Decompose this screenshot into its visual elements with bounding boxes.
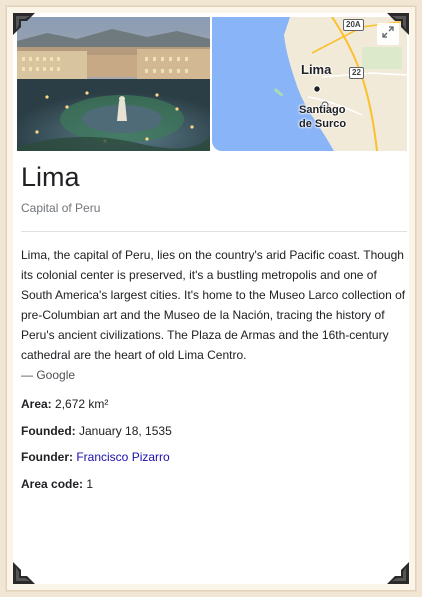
fact-founder: Founder: Francisco Pizarro bbox=[21, 449, 401, 476]
fact-label: Founder: bbox=[21, 450, 73, 464]
fact-label: Area: bbox=[21, 397, 52, 411]
frame-corner-icon bbox=[13, 562, 35, 584]
fact-label: Area code: bbox=[21, 476, 84, 491]
divider bbox=[21, 231, 407, 232]
description-text: Lima, the capital of Peru, lies on the c… bbox=[21, 248, 406, 362]
description-source: — Google bbox=[21, 368, 76, 382]
road-shield-icon: 22 bbox=[349, 67, 364, 79]
frame-corner-icon bbox=[387, 562, 409, 584]
knowledge-panel: 20A 22 Lima Santiago de Surco Lima Capit… bbox=[13, 13, 409, 584]
road-shield-icon: 20A bbox=[343, 19, 364, 31]
map-label-district: Santiago de Surco bbox=[299, 103, 346, 131]
fact-value: 2,672 km² bbox=[55, 397, 109, 411]
founder-link[interactable]: Francisco Pizarro bbox=[76, 450, 169, 464]
frame-corner-icon bbox=[13, 13, 35, 35]
description: Lima, the capital of Peru, lies on the c… bbox=[21, 245, 409, 385]
map-label-district-line1: Santiago bbox=[299, 104, 346, 116]
frame-corner-icon bbox=[387, 13, 409, 35]
page-title: Lima bbox=[21, 162, 80, 192]
map-label-city: Lima bbox=[301, 62, 332, 77]
fact-founded: Founded: January 18, 1535 bbox=[21, 423, 401, 450]
map-thumbnail[interactable]: 20A 22 Lima Santiago de Surco bbox=[212, 17, 407, 151]
map-label-district-line2: de Surco bbox=[299, 118, 347, 130]
fact-area-code: Area code: 1 bbox=[21, 476, 401, 503]
facts-list: Area: 2,672 km² Founded: January 18, 153… bbox=[21, 396, 401, 502]
fact-label: Founded: bbox=[21, 423, 76, 438]
page-subtitle: Capital of Peru bbox=[21, 201, 101, 215]
fact-value: 1 bbox=[86, 476, 94, 491]
city-photo[interactable] bbox=[17, 17, 210, 151]
fact-area: Area: 2,672 km² bbox=[21, 396, 401, 423]
map-pin-icon bbox=[313, 80, 321, 98]
fact-value: January 18, 1535 bbox=[79, 423, 172, 438]
